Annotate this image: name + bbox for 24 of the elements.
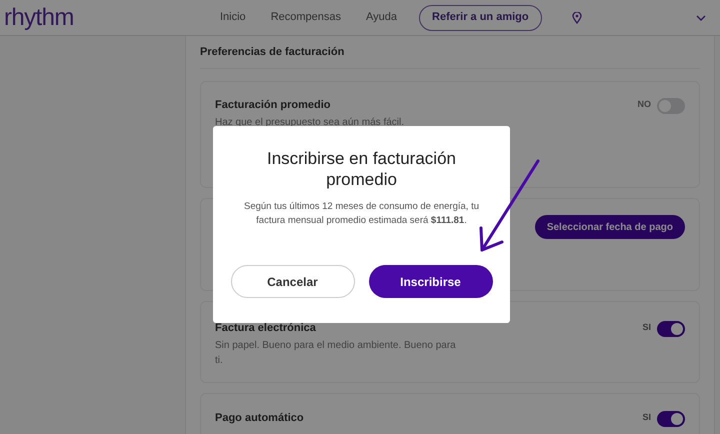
nav-link[interactable]: Inicio <box>220 9 246 26</box>
location-pin-icon[interactable] <box>572 12 582 24</box>
dialog-title: Inscribirse en facturación promedio <box>266 148 457 190</box>
select-date-button[interactable]: Seleccionar fecha de pago <box>534 215 685 239</box>
toggle-state-label: SI <box>642 411 651 424</box>
nav-link[interactable]: Recompensas <box>270 9 342 26</box>
logo[interactable]: rhythm <box>0 6 220 30</box>
toggle-switch[interactable] <box>657 98 685 114</box>
cancel-button[interactable]: Cancelar <box>230 265 354 298</box>
section-title: Preferencias de facturación <box>200 36 700 69</box>
toggle-state-label: SI <box>642 321 651 334</box>
confirm-button[interactable]: Inscribirse <box>368 265 492 298</box>
toggle-state-label: NO <box>638 98 651 111</box>
toggle-switch[interactable] <box>657 321 685 337</box>
setting-description: Sin papel. Bueno para el medio ambiente. Bueno para ti. <box>215 338 457 368</box>
chevron-down-icon[interactable] <box>696 14 706 20</box>
setting-title: Facturación promedio <box>215 98 332 113</box>
setting-title: Pago automático <box>215 411 305 426</box>
refer-button[interactable]: Referir a un amigo <box>419 4 542 30</box>
setting-description: Haz que el presupuesto sea aún más fácil. <box>215 116 405 130</box>
setting-title: Factura electrónica <box>215 321 317 336</box>
nav-link[interactable]: Ayuda <box>366 9 398 26</box>
dialog-message: Según tus últimos 12 meses de consumo de energía, tu factura mensual promedio estimada será $111.81. <box>243 200 480 228</box>
toggle-switch[interactable] <box>657 411 685 427</box>
